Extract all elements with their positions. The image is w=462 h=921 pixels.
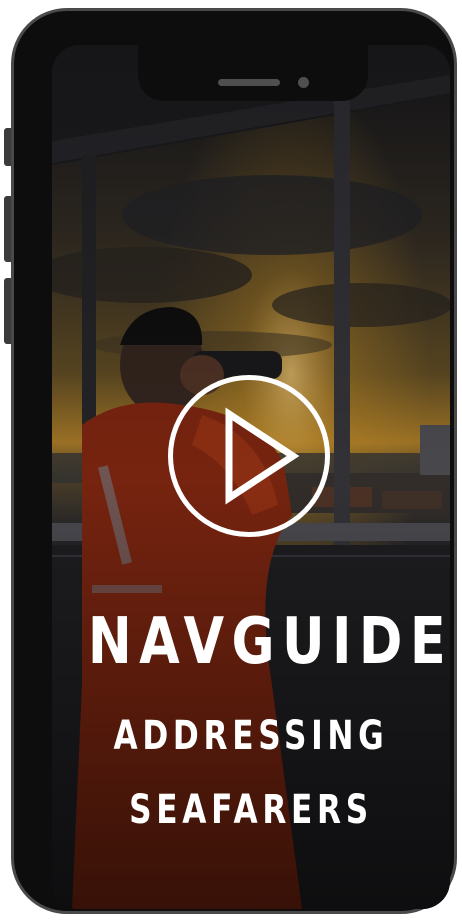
phone-notch bbox=[138, 45, 368, 101]
play-icon bbox=[225, 407, 300, 505]
phone-frame: NAVGUIDE ADDRESSING SEAFARERS bbox=[11, 8, 457, 914]
camera-icon bbox=[298, 77, 309, 88]
video-title: NAVGUIDE bbox=[87, 605, 450, 679]
video-subtitle-line1: ADDRESSING bbox=[113, 713, 389, 759]
speaker-icon bbox=[218, 79, 280, 86]
video-subtitle-line2: SEAFARERS bbox=[129, 787, 373, 833]
play-button[interactable] bbox=[168, 375, 330, 537]
video-thumbnail[interactable]: NAVGUIDE ADDRESSING SEAFARERS bbox=[52, 45, 450, 909]
